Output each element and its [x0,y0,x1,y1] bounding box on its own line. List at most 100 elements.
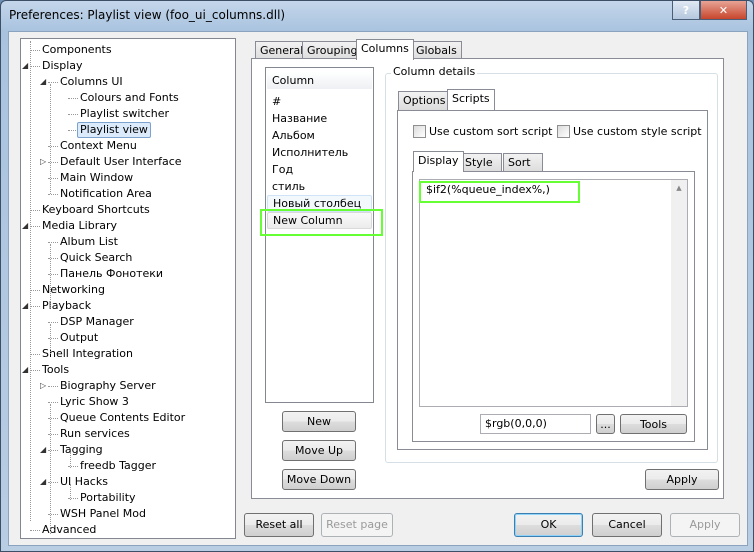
preferences-window: Preferences: Playlist view (foo_ui_colum… [0,0,754,552]
collapse-icon[interactable]: ◢ [22,301,28,310]
collapse-icon[interactable]: ◢ [22,61,28,70]
ellipsis-button[interactable]: ... [596,414,615,434]
tree-guide [70,452,71,468]
tree-item[interactable]: Панель Фонотеки [60,266,163,282]
move-up-button[interactable]: Move Up [282,440,356,461]
tree-item[interactable]: Biography Server [60,378,156,394]
tab-scripts[interactable]: Scripts [447,89,495,110]
cancel-button[interactable]: Cancel [592,513,662,537]
tree-item[interactable]: Tagging [60,442,103,458]
tree-connector [30,226,40,227]
tree-connector [68,98,78,99]
tree-item[interactable]: freedb Tagger [80,458,156,474]
tree-item[interactable]: Portability [80,490,136,506]
collapse-icon[interactable]: ◢ [40,477,46,486]
collapse-icon[interactable]: ◢ [22,221,28,230]
tree-guide [50,324,51,354]
tree-item[interactable]: Quick Search [60,250,132,266]
tree-connector [48,194,58,195]
style-script-label[interactable]: Use custom style script [573,125,702,138]
tree-item[interactable]: Components [42,42,112,58]
tree-item[interactable]: Output [60,330,98,346]
tree-connector [30,290,40,291]
tab-style[interactable]: Style [460,153,502,172]
tree-item[interactable]: Display [42,58,83,74]
new-column-button[interactable]: New [282,411,356,432]
column-details-label: Column details [391,65,478,78]
tree-item[interactable]: Default User Interface [60,154,182,170]
collapse-icon[interactable]: ◢ [22,365,28,374]
tools-button[interactable]: Tools [620,414,687,434]
tree-item[interactable]: Queue Contents Editor [60,410,185,426]
column-list-item[interactable]: стиль [272,178,305,195]
tree-item[interactable]: Run services [60,426,130,442]
expand-icon[interactable]: ▷ [40,157,46,166]
columns-tab-panel: Column # Название Альбом Исполнитель Год стил… [251,58,724,499]
reset-page-button[interactable]: Reset page [321,513,393,537]
column-list-item[interactable]: Название [272,110,327,127]
tree-item[interactable]: WSH Panel Mod [60,506,146,522]
tree-item[interactable]: Tools [42,362,69,378]
preferences-tree[interactable]: Components ◢ Display ◢ Columns UI Colours and… [20,38,236,539]
tree-item[interactable]: Album List [60,234,118,250]
tree-connector [30,354,40,355]
help-button[interactable]: ? [672,1,700,20]
close-button[interactable]: ✕ [700,1,747,20]
scripts-panel: Use custom sort script Use custom style … [397,110,708,450]
sort-script-checkbox[interactable] [413,125,426,138]
tree-connector [48,322,58,323]
reset-all-button[interactable]: Reset all [244,513,314,537]
style-script-checkbox[interactable] [557,125,570,138]
tree-connector [30,50,40,51]
tree-guide [50,244,51,308]
column-list-item[interactable]: Исполнитель [272,144,348,161]
tree-item[interactable]: Columns UI [60,74,123,90]
tree-item[interactable]: UI Hacks [60,474,108,490]
highlight-script [419,181,580,203]
tree-connector [30,530,40,531]
tree-connector [68,114,78,115]
tree-item[interactable]: Notification Area [60,186,152,202]
tree-item[interactable]: Playlist view [77,122,151,138]
tree-connector [30,370,40,371]
script-scrollbar[interactable]: ▲ [671,180,687,406]
tree-item[interactable]: DSP Manager [60,314,134,330]
tree-item[interactable]: Colours and Fonts [80,90,179,106]
tree-item[interactable]: Lyric Show 3 [60,394,129,410]
window-title: Preferences: Playlist view (foo_ui_colum… [9,8,286,22]
tree-item[interactable]: Media Library [42,218,117,234]
script-editor[interactable]: $if2(%queue_index%,) ▲ [419,179,688,407]
tree-item[interactable]: Playlist switcher [80,106,169,122]
ok-button[interactable]: OK [514,513,583,537]
tree-guide [50,404,51,534]
tree-item[interactable]: Shell Integration [42,346,133,362]
collapse-icon[interactable]: ◢ [40,445,46,454]
tab-options[interactable]: Options [398,91,451,110]
highlight-new-column [260,209,383,236]
tree-guide [30,41,31,521]
tree-item[interactable]: Context Menu [60,138,137,154]
tree-item[interactable]: Networking [42,282,105,298]
tree-guide [70,484,71,500]
tree-connector [48,242,58,243]
sort-script-label[interactable]: Use custom sort script [429,125,553,138]
tree-item[interactable]: Keyboard Shortcuts [42,202,150,218]
apply-button[interactable]: Apply [670,513,740,537]
column-list-item[interactable]: Год [272,161,293,178]
tree-connector [30,306,40,307]
move-down-button[interactable]: Move Down [282,469,356,490]
tab-columns[interactable]: Columns [356,39,414,60]
dialog-body: Components ◢ Display ◢ Columns UI Colours and… [8,31,748,546]
tree-connector [30,66,40,67]
tree-connector [48,386,58,387]
tree-item[interactable]: Main Window [60,170,133,186]
collapse-icon[interactable]: ◢ [40,77,46,86]
column-list-item[interactable]: # [272,93,281,110]
details-apply-button[interactable]: Apply [645,469,719,490]
tab-display[interactable]: Display [413,151,464,172]
column-list-item[interactable]: Альбом [272,127,315,144]
expand-icon[interactable]: ▷ [40,381,46,390]
column-list-header: Column [267,72,372,89]
color-input[interactable]: $rgb(0,0,0) [480,414,591,434]
tab-sort[interactable]: Sort [503,153,543,172]
